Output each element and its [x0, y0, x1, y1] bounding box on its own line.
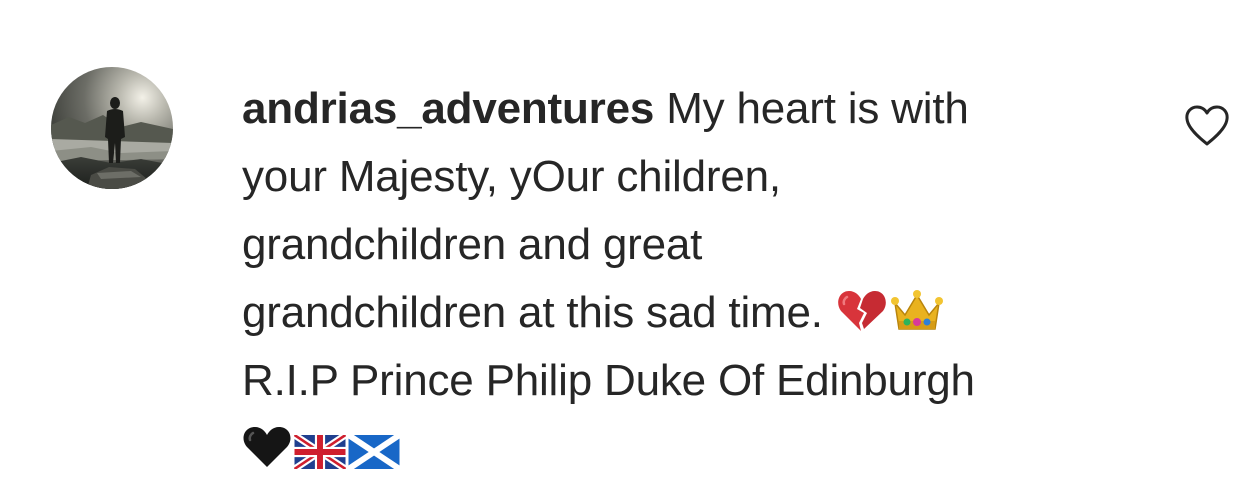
- scotland-flag-icon: [346, 421, 402, 489]
- comment-line-5: R.I.P Prince Philip Duke Of Edinburgh: [242, 347, 1142, 415]
- comment-text-segment: grandchildren at this sad time.: [242, 288, 823, 337]
- comment-line-4: grandchildren at this sad time.: [242, 279, 1142, 347]
- avatar[interactable]: [51, 67, 173, 189]
- comment-username[interactable]: andrias_adventures: [242, 84, 654, 133]
- comment-line-3: grandchildren and great: [242, 211, 1142, 279]
- black-heart-icon: [242, 421, 292, 489]
- comment-text-segment: your Majesty, yOur children,: [242, 152, 781, 201]
- like-button[interactable]: [1184, 104, 1230, 148]
- comment-text-segment: My heart is with: [666, 84, 969, 133]
- crown-icon: [889, 285, 945, 353]
- comment-text-segment: grandchildren and great: [242, 220, 703, 269]
- comment-text: andrias_adventures My heart is with your…: [242, 75, 1142, 483]
- comment-text-segment: R.I.P Prince Philip Duke Of Edinburgh: [242, 356, 975, 405]
- comment-line-1: andrias_adventures My heart is with: [242, 75, 1142, 143]
- comment: andrias_adventures My heart is with your…: [0, 0, 1248, 498]
- uk-flag-icon: [292, 421, 348, 489]
- comment-line-2: your Majesty, yOur children,: [242, 143, 1142, 211]
- comment-line-6: [242, 415, 1142, 483]
- broken-heart-icon: [837, 285, 887, 353]
- avatar-photo: [51, 67, 173, 189]
- heart-outline-icon: [1185, 105, 1229, 146]
